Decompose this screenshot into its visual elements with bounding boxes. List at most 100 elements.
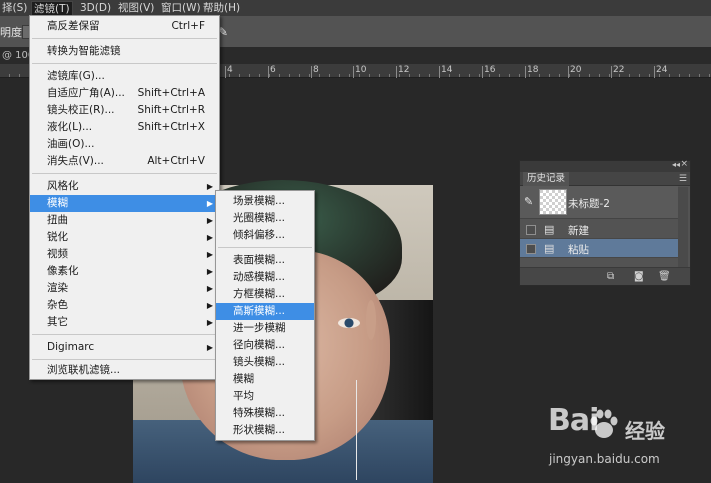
history-snapshot[interactable]: ✎ 未标题-2 (520, 186, 678, 219)
photo-eye (338, 318, 360, 328)
menu-item-smart-blur[interactable]: 特殊模糊... (216, 405, 314, 422)
baidu-jingyan-text: 经验 (625, 419, 665, 443)
menu-item-label: 高斯模糊... (233, 305, 286, 317)
ruler-tick (225, 66, 226, 78)
ruler-tick (525, 66, 526, 78)
menu-separator (32, 334, 217, 335)
submenu-arrow-icon: ▶ (206, 182, 213, 191)
menu-item-browse-filters-online[interactable]: 浏览联机滤镜... (30, 362, 219, 379)
ruler-number: 4 (227, 65, 233, 75)
ruler-tick (611, 66, 612, 78)
menu-item-label: 消失点(V)... (47, 155, 104, 167)
menu-select[interactable]: 择(S) (0, 1, 29, 15)
tab-history[interactable]: 历史记录 (523, 172, 570, 186)
menu-item-render[interactable]: 渲染 ▶ (30, 280, 219, 297)
menu-separator (32, 173, 217, 174)
menu-item-label: 转换为智能滤镜 (47, 45, 121, 57)
airbrush-icon[interactable]: ✎ (218, 25, 232, 39)
menu-item-lens-blur[interactable]: 镜头模糊... (216, 354, 314, 371)
panel-tab-bar: 历史记录 ☰ (520, 172, 690, 186)
menu-item-other[interactable]: 其它 ▶ (30, 314, 219, 331)
new-document-from-state-icon[interactable]: ⧉ (607, 271, 614, 282)
ruler-number: 6 (270, 65, 276, 75)
menu-item-radial-blur[interactable]: 径向模糊... (216, 337, 314, 354)
menu-item-liquify[interactable]: 液化(L)... Shift+Ctrl+X (30, 119, 219, 136)
menu-item-average[interactable]: 平均 (216, 388, 314, 405)
menu-item-shape-blur[interactable]: 形状模糊... (216, 422, 314, 439)
menu-item-convert-smart-filter[interactable]: 转换为智能滤镜 (30, 43, 219, 60)
menu-separator (32, 359, 217, 360)
ruler-number: 16 (484, 65, 496, 75)
delete-icon[interactable]: 🗑 (658, 271, 671, 282)
menu-item-adaptive-wide-angle[interactable]: 自适应广角(A)... Shift+Ctrl+A (30, 85, 219, 102)
menu-item-label: 平均 (233, 390, 254, 402)
menu-item-motion-blur[interactable]: 动感模糊... (216, 269, 314, 286)
menu-item-video[interactable]: 视频 ▶ (30, 246, 219, 263)
menu-item-label: 倾斜偏移... (233, 229, 286, 241)
ruler-tick (568, 66, 569, 78)
menu-item-label: 渲染 (47, 282, 68, 294)
menu-item-tilt-shift[interactable]: 倾斜偏移... (216, 227, 314, 244)
ruler-number: 10 (355, 65, 367, 75)
snapshot-thumbnail (539, 189, 567, 215)
menu-filter[interactable]: 滤镜(T) (31, 1, 73, 15)
menu-item-blur-more[interactable]: 进一步模糊 (216, 320, 314, 337)
ruler-tick (396, 66, 397, 78)
ruler-number: 18 (527, 65, 539, 75)
menu-item-digimarc[interactable]: Digimarc ▶ (30, 339, 219, 356)
menu-item-label: 形状模糊... (233, 424, 286, 436)
menu-item-shortcut: Shift+Ctrl+A (137, 87, 205, 99)
menu-item-shortcut: Alt+Ctrl+V (147, 155, 205, 167)
menu-item-box-blur[interactable]: 方框模糊... (216, 286, 314, 303)
close-icon[interactable]: × (680, 159, 688, 169)
menu-item-field-blur[interactable]: 场景模糊... (216, 193, 314, 210)
menu-window[interactable]: 窗口(W) (159, 1, 203, 15)
menu-item-oil-paint[interactable]: 油画(O)... (30, 136, 219, 153)
menu-item-surface-blur[interactable]: 表面模糊... (216, 252, 314, 269)
panel-menu-icon[interactable]: ☰ (679, 172, 687, 186)
menu-item-distort[interactable]: 扭曲 ▶ (30, 212, 219, 229)
menu-item-label: 特殊模糊... (233, 407, 286, 419)
menu-item-vanishing-point[interactable]: 消失点(V)... Alt+Ctrl+V (30, 153, 219, 170)
menu-item-high-pass[interactable]: 高反差保留 Ctrl+F (30, 18, 219, 35)
menu-view[interactable]: 视图(V) (116, 1, 156, 15)
snapshot-name: 未标题-2 (568, 198, 610, 210)
menu-item-stylize[interactable]: 风格化 ▶ (30, 178, 219, 195)
history-checkbox[interactable] (526, 225, 536, 235)
panel-title-strip: ◂◂ × (520, 159, 690, 172)
new-snapshot-icon[interactable]: ◙ (634, 271, 644, 282)
menu-help[interactable]: 帮助(H) (201, 1, 242, 15)
history-state-paste[interactable]: ▤ 粘贴 (520, 239, 678, 258)
history-scrollbar[interactable] (678, 187, 688, 267)
menu-item-sharpen[interactable]: 锐化 ▶ (30, 229, 219, 246)
menu-item-label: 像素化 (47, 265, 79, 277)
history-state-new[interactable]: ▤ 新建 (520, 220, 678, 239)
menu-separator (32, 63, 217, 64)
history-checkbox[interactable] (526, 244, 536, 254)
submenu-arrow-icon: ▶ (206, 267, 213, 276)
menu-item-pixelate[interactable]: 像素化 ▶ (30, 263, 219, 280)
menu-item-gaussian-blur[interactable]: 高斯模糊... (216, 303, 314, 320)
menu-item-label: 杂色 (47, 299, 68, 311)
menu-item-iris-blur[interactable]: 光圈模糊... (216, 210, 314, 227)
menu-item-blur[interactable]: 模糊 (216, 371, 314, 388)
menu-item-label: 模糊 (47, 197, 68, 209)
submenu-arrow-icon: ▶ (206, 343, 213, 352)
menu-item-lens-correction[interactable]: 镜头校正(R)... Shift+Ctrl+R (30, 102, 219, 119)
ruler-tick (311, 66, 312, 78)
ruler-tick (482, 66, 483, 78)
menu-item-blur[interactable]: 模糊 ▶ (30, 195, 219, 212)
submenu-arrow-icon: ▶ (206, 250, 213, 259)
menu-item-label: 径向模糊... (233, 339, 286, 351)
menu-item-filter-gallery[interactable]: 滤镜库(G)... (30, 68, 219, 85)
ruler-tick (353, 66, 354, 78)
photo-ear (366, 300, 376, 340)
menu-item-noise[interactable]: 杂色 ▶ (30, 297, 219, 314)
menu-item-label: 视频 (47, 248, 68, 260)
menu-item-label: 模糊 (233, 373, 254, 385)
collapse-icon[interactable]: ◂◂ (672, 160, 680, 169)
menu-3d[interactable]: 3D(D) (78, 1, 113, 15)
submenu-arrow-icon: ▶ (206, 318, 213, 327)
history-brush-icon[interactable]: ✎ (524, 195, 533, 208)
menu-item-label: 锐化 (47, 231, 68, 243)
